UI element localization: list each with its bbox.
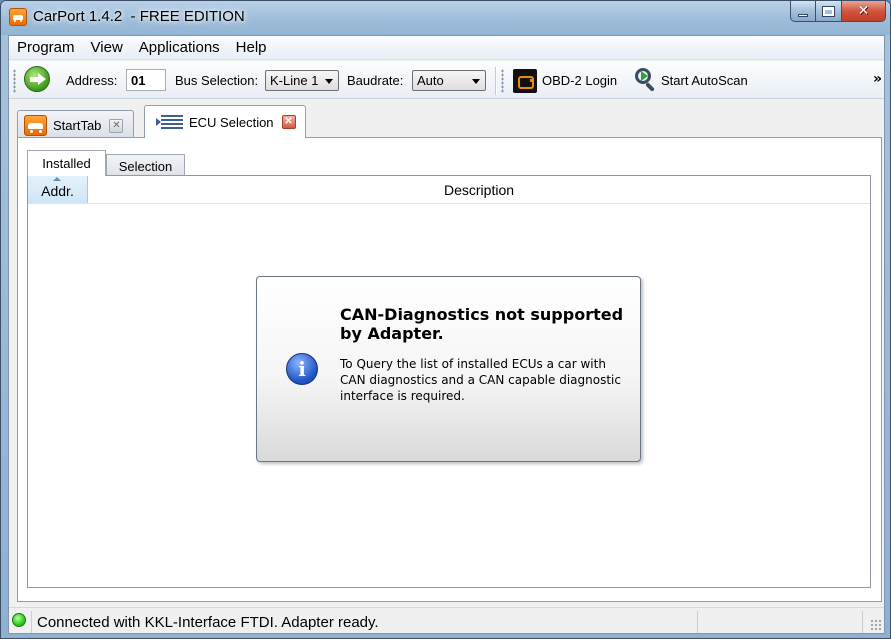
app-car-icon[interactable] (9, 8, 27, 26)
connect-arrow-icon[interactable] (24, 66, 50, 92)
status-divider (697, 611, 698, 633)
column-header-description-label: Description (443, 181, 515, 198)
window-title: CarPort 1.4.2 - FREE EDITION (33, 8, 245, 25)
minimize-icon (798, 13, 808, 17)
title-bar[interactable]: CarPort 1.4.2 - FREE EDITION ✕ (1, 1, 890, 35)
toolbar-overflow-icon[interactable]: » (873, 71, 882, 87)
obd2-login-button[interactable]: OBD-2 Login (542, 73, 617, 88)
baudrate-dropdown[interactable]: Auto (412, 70, 486, 91)
column-header-addr-label: Addr. (41, 183, 74, 199)
menu-bar: Program View Applications Help (9, 36, 884, 60)
address-input[interactable]: 01 (126, 69, 166, 91)
ecu-selection-panel: Installed Selection Addr. Description i … (17, 137, 882, 602)
menu-view[interactable]: View (83, 39, 131, 56)
chevron-down-icon (472, 79, 480, 84)
menu-applications[interactable]: Applications (131, 39, 228, 56)
engine-icon[interactable] (513, 69, 537, 93)
connection-status-icon (12, 613, 26, 627)
autoscan-magnifier-icon[interactable] (634, 67, 658, 93)
toolbar: Address: 01 Bus Selection: K-Line 1 Baud… (9, 61, 884, 99)
subtab-selection[interactable]: Selection (106, 154, 185, 177)
bus-selection-dropdown[interactable]: K-Line 1 (265, 70, 339, 91)
status-divider (862, 611, 863, 633)
toolbar-grip[interactable] (501, 69, 504, 93)
menu-help[interactable]: Help (228, 39, 275, 56)
tab-starttab-label: StartTab (53, 118, 102, 133)
status-bar: Connected with KKL-Interface FTDI. Adapt… (9, 607, 884, 633)
tab-ecu-selection[interactable]: ECU Selection ✕ (144, 105, 306, 138)
info-message-box: i CAN-Diagnostics not supported by Adapt… (256, 276, 641, 462)
resize-grip-icon[interactable] (870, 619, 882, 631)
close-icon: ✕ (857, 3, 870, 19)
car-icon (24, 115, 47, 136)
toolbar-separator (495, 67, 497, 95)
sort-ascending-icon (53, 177, 61, 181)
message-body: To Query the list of installed ECUs a ca… (340, 357, 621, 403)
bus-selection-value: K-Line 1 (270, 73, 319, 88)
tab-ecu-selection-label: ECU Selection (189, 114, 274, 130)
maximize-button[interactable] (816, 1, 842, 22)
subtab-installed[interactable]: Installed (27, 150, 106, 176)
status-divider (31, 611, 32, 633)
menu-program[interactable]: Program (9, 39, 83, 56)
bus-selection-label: Bus Selection: (175, 73, 259, 88)
address-label: Address: (66, 73, 118, 88)
maximize-icon (822, 5, 835, 17)
toolbar-grip[interactable] (13, 69, 16, 93)
minimize-button[interactable] (790, 1, 816, 22)
column-header-description[interactable]: Description (88, 176, 870, 203)
ecu-list[interactable]: Addr. Description i CAN-Diagnostics not … (27, 175, 871, 588)
close-tab-icon[interactable]: ✕ (281, 115, 296, 129)
list-header: Addr. Description (28, 176, 870, 204)
baudrate-value: Auto (417, 73, 444, 88)
client-area: Program View Applications Help Address: … (8, 35, 885, 634)
app-window: CarPort 1.4.2 - FREE EDITION ✕ Program V… (0, 0, 891, 639)
close-tab-icon[interactable]: ✕ (109, 118, 124, 133)
main-tab-strip: StartTab ✕ ECU Selection ✕ (9, 100, 884, 140)
baudrate-label: Baudrate: (347, 73, 404, 88)
start-autoscan-button[interactable]: Start AutoScan (661, 73, 748, 88)
close-button[interactable]: ✕ (842, 1, 886, 22)
tab-starttab[interactable]: StartTab ✕ (17, 110, 134, 140)
chevron-down-icon (325, 79, 333, 84)
status-text: Connected with KKL-Interface FTDI. Adapt… (37, 614, 379, 631)
list-icon (156, 115, 183, 129)
column-header-addr[interactable]: Addr. (28, 176, 88, 203)
window-controls: ✕ (790, 1, 886, 23)
message-title: CAN-Diagnostics not supported by Adapter… (340, 305, 624, 343)
info-icon: i (286, 353, 318, 385)
